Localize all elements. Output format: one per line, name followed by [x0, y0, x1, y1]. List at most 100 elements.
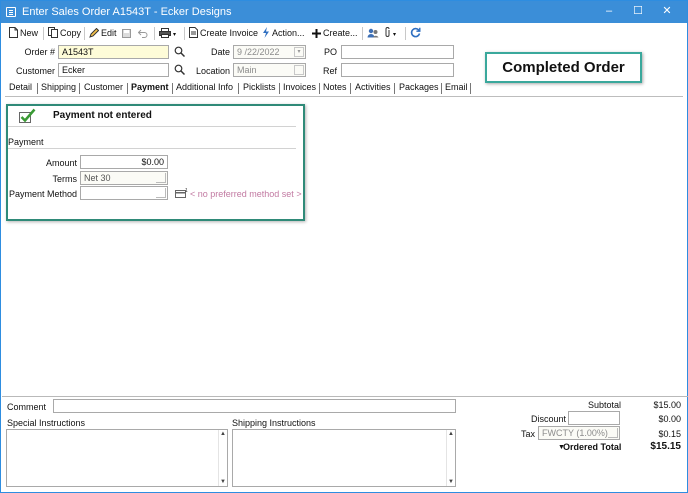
- tab-separator: [37, 83, 38, 94]
- order-number-label: Order #: [24, 47, 55, 57]
- scroll-down-icon[interactable]: ▼: [447, 479, 455, 485]
- location-label: Location: [195, 66, 230, 76]
- tax-code-field[interactable]: FWCTY (1.00%): [538, 426, 620, 440]
- tab-separator: [79, 83, 80, 94]
- scroll-up-icon[interactable]: ▲: [447, 431, 455, 437]
- customer-label: Customer: [15, 66, 55, 76]
- scroll-down-icon[interactable]: ▼: [219, 479, 227, 485]
- ref-label: Ref: [322, 66, 337, 76]
- po-field[interactable]: [341, 45, 454, 59]
- lightning-icon: [263, 27, 269, 38]
- special-instructions-label: Special Instructions: [7, 418, 86, 428]
- sales-order-window: Enter Sales Order A1543T - Ecker Designs…: [0, 0, 688, 493]
- maximize-button[interactable]: ☐: [630, 4, 646, 19]
- subtotal-label: Subtotal: [587, 400, 621, 410]
- toolbar-separator: [84, 27, 85, 40]
- search-icon[interactable]: [174, 64, 186, 77]
- subtotal-value: $15.00: [653, 400, 681, 410]
- discount-label: Discount: [530, 414, 566, 424]
- tab-email[interactable]: Email: [445, 82, 468, 92]
- tax-value: $0.15: [658, 429, 681, 439]
- contacts-button[interactable]: [367, 27, 381, 40]
- create-invoice-label: Create Invoice: [200, 28, 259, 38]
- tab-additional-info[interactable]: Additional Info: [176, 82, 233, 92]
- order-number-field[interactable]: A1543T: [58, 45, 169, 59]
- date-label: Date: [210, 47, 230, 57]
- new-label: New: [20, 28, 39, 38]
- attachment-button[interactable]: ▾: [384, 27, 396, 40]
- edit-label: Edit: [101, 28, 117, 38]
- toolbar: New Copy Edit ▾ Create Invoice Action...…: [1, 24, 687, 43]
- tab-separator: [319, 83, 320, 94]
- tab-separator: [394, 83, 395, 94]
- create-invoice-button[interactable]: Create Invoice: [189, 27, 258, 40]
- minimize-button[interactable]: –: [601, 4, 617, 19]
- create-button[interactable]: Create...: [312, 27, 358, 40]
- save-icon: [122, 29, 131, 38]
- edit-button[interactable]: Edit: [89, 27, 117, 40]
- tab-separator: [441, 83, 442, 94]
- title-bar: Enter Sales Order A1543T - Ecker Designs…: [1, 1, 687, 23]
- tab-shipping[interactable]: Shipping: [41, 82, 76, 92]
- scroll-up-icon[interactable]: ▲: [219, 431, 227, 437]
- copy-icon: [48, 27, 58, 38]
- close-button[interactable]: ✕: [659, 4, 675, 19]
- po-label: PO: [323, 47, 337, 57]
- undo-button[interactable]: [138, 27, 150, 40]
- action-button[interactable]: Action...: [262, 27, 305, 40]
- shipping-instructions-label: Shipping Instructions: [232, 418, 316, 428]
- search-icon[interactable]: [174, 46, 186, 59]
- shipping-instructions-field[interactable]: ▲ ▼: [232, 429, 456, 487]
- new-button[interactable]: New: [9, 27, 38, 40]
- ordered-total-label: Ordered Total: [563, 442, 622, 452]
- special-instructions-field[interactable]: ▲ ▼: [6, 429, 228, 487]
- save-button[interactable]: [122, 27, 133, 40]
- ref-field[interactable]: [341, 63, 454, 77]
- completed-order-callout: Completed Order: [485, 52, 642, 83]
- tab-invoices[interactable]: Invoices: [283, 82, 316, 92]
- window-title: Enter Sales Order A1543T - Ecker Designs: [22, 6, 232, 18]
- paperclip-icon: [385, 27, 390, 37]
- tab-notes[interactable]: Notes: [323, 82, 347, 92]
- calendar-dropdown-icon[interactable]: ▾: [294, 47, 304, 57]
- location-value: Main: [237, 65, 257, 75]
- chevron-down-icon: ▾: [393, 32, 397, 38]
- chevron-down-icon: ▾: [173, 32, 177, 38]
- ordered-total-value: $15.15: [650, 441, 681, 452]
- tax-code-value: FWCTY (1.00%): [542, 428, 608, 438]
- create-label: Create...: [323, 28, 358, 38]
- invoice-icon: [189, 27, 198, 38]
- discount-field[interactable]: [568, 411, 620, 425]
- tab-separator: [279, 83, 280, 94]
- print-button[interactable]: ▾: [159, 27, 176, 40]
- toolbar-separator: [362, 27, 363, 40]
- scrollbar[interactable]: ▲ ▼: [446, 430, 455, 486]
- tab-separator: [350, 83, 351, 94]
- app-icon: [6, 7, 16, 17]
- tab-separator: [470, 83, 471, 94]
- tab-activities[interactable]: Activities: [355, 82, 391, 92]
- copy-label: Copy: [60, 28, 82, 38]
- tab-picklists[interactable]: Picklists: [243, 82, 276, 92]
- action-label: Action...: [272, 28, 305, 38]
- tab-payment[interactable]: Payment: [131, 82, 169, 92]
- customer-field[interactable]: Ecker: [58, 63, 169, 77]
- tab-packages[interactable]: Packages: [399, 82, 439, 92]
- printer-icon: [159, 28, 171, 38]
- copy-button[interactable]: Copy: [48, 27, 81, 40]
- tax-dropdown-icon[interactable]: [608, 428, 618, 438]
- new-document-icon: [9, 27, 18, 38]
- date-field[interactable]: 9 /22/2022 ▾: [233, 45, 306, 59]
- toolbar-separator: [184, 27, 185, 40]
- users-icon: [367, 28, 379, 38]
- toolbar-separator: [154, 27, 155, 40]
- refresh-button[interactable]: [410, 27, 423, 40]
- undo-icon: [138, 29, 148, 38]
- location-field[interactable]: Main: [233, 63, 306, 77]
- tab-separator: [238, 83, 239, 94]
- comment-field[interactable]: [53, 399, 456, 413]
- scrollbar[interactable]: ▲ ▼: [218, 430, 227, 486]
- tab-customer[interactable]: Customer: [84, 82, 123, 92]
- location-dropdown-icon[interactable]: [294, 65, 304, 75]
- tab-detail[interactable]: Detail: [9, 82, 32, 92]
